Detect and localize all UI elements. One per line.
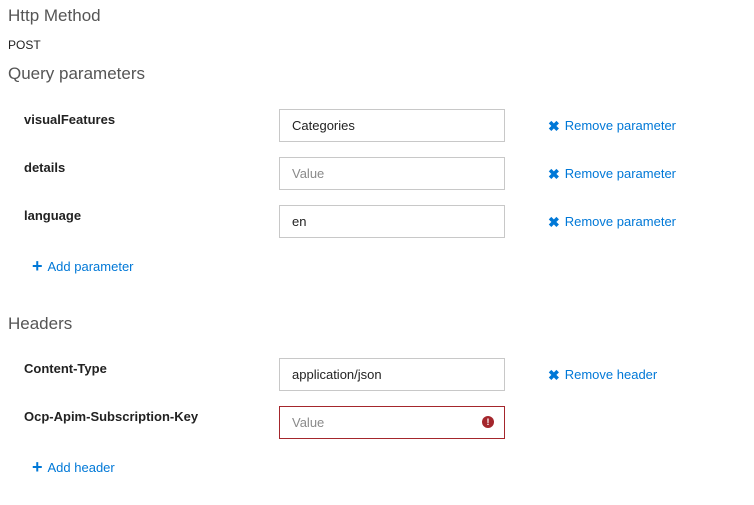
- remove-parameter-details-button[interactable]: ✖ Remove parameter: [548, 166, 676, 181]
- header-name-subscription-key: Ocp-Apim-Subscription-Key: [24, 409, 199, 424]
- param-value-details[interactable]: [279, 157, 505, 190]
- remove-parameter-label: Remove parameter: [564, 118, 677, 133]
- remove-header-content-type-button[interactable]: ✖ Remove header: [548, 367, 657, 382]
- http-method-title: Http Method: [8, 6, 101, 25]
- header-value-subscription-key[interactable]: [279, 406, 505, 439]
- param-value-visualfeatures[interactable]: [279, 109, 505, 142]
- remove-parameter-label: Remove parameter: [564, 214, 677, 229]
- add-header-label: Add header: [47, 459, 115, 475]
- error-icon: !: [482, 416, 494, 428]
- http-method-value: POST: [8, 38, 41, 52]
- remove-parameter-language-button[interactable]: ✖ Remove parameter: [548, 214, 676, 229]
- remove-parameter-visualfeatures-button[interactable]: ✖ Remove parameter: [548, 118, 676, 133]
- add-parameter-label: Add parameter: [47, 258, 134, 274]
- remove-icon: ✖: [548, 165, 560, 182]
- param-name-language: language: [24, 208, 82, 223]
- headers-title: Headers: [8, 314, 73, 333]
- remove-icon: ✖: [548, 117, 560, 134]
- plus-icon: +: [32, 457, 43, 477]
- remove-parameter-label: Remove parameter: [564, 166, 677, 181]
- header-name-content-type: Content-Type: [24, 361, 107, 376]
- add-header-button[interactable]: + Add header: [32, 458, 115, 476]
- param-name-details: details: [24, 160, 66, 175]
- query-parameters-title: Query parameters: [8, 64, 145, 83]
- remove-icon: ✖: [548, 366, 560, 383]
- add-parameter-button[interactable]: + Add parameter: [32, 257, 134, 275]
- param-name-visualfeatures: visualFeatures: [24, 112, 116, 127]
- header-value-content-type[interactable]: [279, 358, 505, 391]
- remove-icon: ✖: [548, 213, 560, 230]
- remove-header-label: Remove header: [564, 367, 658, 382]
- param-value-language[interactable]: [279, 205, 505, 238]
- plus-icon: +: [32, 256, 43, 276]
